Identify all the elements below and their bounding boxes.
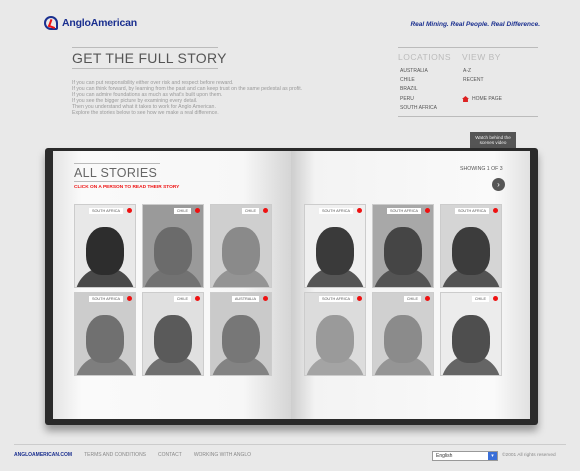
next-page-button[interactable]: ›: [492, 178, 505, 191]
person-face: [154, 227, 192, 275]
location-tag: SOUTH AFRICA: [318, 296, 353, 302]
intro-line: Explore the stories below to see how we …: [72, 110, 219, 117]
person-face: [452, 315, 490, 363]
location-tag: CHILE: [173, 208, 191, 214]
red-dot-icon: [425, 296, 430, 301]
story-person-card[interactable]: AUSTRALIA: [210, 292, 272, 376]
logo-text: AngloAmerican: [62, 17, 137, 29]
story-person-card[interactable]: SOUTH AFRICA: [304, 204, 366, 288]
home-page-label: HOME PAGE: [472, 96, 502, 102]
language-value: English: [436, 453, 453, 459]
story-person-card[interactable]: CHILE: [142, 204, 204, 288]
person-face: [86, 315, 124, 363]
red-dot-icon: [357, 296, 362, 301]
red-dot-icon: [357, 208, 362, 213]
locations-list: AUSTRALIA CHILE BRAZIL PERU SOUTH AFRICA: [400, 67, 437, 113]
story-person-card[interactable]: CHILE: [372, 292, 434, 376]
story-person-card[interactable]: SOUTH AFRICA: [304, 292, 366, 376]
person-face: [384, 315, 422, 363]
page-indicator: SHOWING 1 OF 3: [460, 166, 503, 172]
story-person-card[interactable]: CHILE: [210, 204, 272, 288]
location-tag: SOUTH AFRICA: [88, 296, 123, 302]
story-person-card[interactable]: CHILE: [440, 292, 502, 376]
location-tag: CHILE: [173, 296, 191, 302]
red-dot-icon: [127, 208, 132, 213]
red-dot-icon: [493, 296, 498, 301]
home-icon: [462, 96, 469, 102]
location-link-peru[interactable]: PERU: [400, 95, 437, 104]
person-face: [154, 315, 192, 363]
language-select[interactable]: English ▾: [432, 451, 498, 461]
person-face: [316, 227, 354, 275]
location-tag: AUSTRALIA: [231, 296, 259, 302]
story-person-card[interactable]: SOUTH AFRICA: [372, 204, 434, 288]
footer-link-working[interactable]: WORKING WITH ANGLO: [194, 452, 251, 458]
person-face: [452, 227, 490, 275]
red-dot-icon: [263, 296, 268, 301]
red-dot-icon: [493, 208, 498, 213]
view-by-list: A-Z RECENT: [463, 67, 484, 85]
tagline: Real Mining. Real People. Real Differenc…: [410, 21, 540, 28]
footer-link-terms[interactable]: TERMS AND CONDITIONS: [84, 452, 146, 458]
story-person-card[interactable]: SOUTH AFRICA: [440, 204, 502, 288]
stories-title: ALL STORIES: [74, 166, 158, 180]
view-by-heading: VIEW BY: [462, 52, 501, 62]
footer-link-angloamerican[interactable]: ANGLOAMERICAN.COM: [14, 452, 72, 458]
red-dot-icon: [195, 296, 200, 301]
person-face: [384, 227, 422, 275]
person-face: [222, 315, 260, 363]
person-face: [316, 315, 354, 363]
red-dot-icon: [127, 296, 132, 301]
divider: [398, 116, 538, 117]
page-title: GET THE FULL STORY: [72, 50, 227, 66]
divider: [72, 47, 218, 48]
location-tag: CHILE: [403, 296, 421, 302]
story-person-card[interactable]: CHILE: [142, 292, 204, 376]
logo[interactable]: AngloAmerican: [44, 16, 137, 30]
location-tag: SOUTH AFRICA: [386, 208, 421, 214]
location-tag: SOUTH AFRICA: [318, 208, 353, 214]
view-by-az[interactable]: A-Z: [463, 67, 484, 76]
view-by-recent[interactable]: RECENT: [463, 76, 484, 85]
location-link-chile[interactable]: CHILE: [400, 76, 437, 85]
anglo-logo-icon: [44, 16, 58, 30]
copyright: ©2001 All rights reserved: [502, 453, 556, 458]
stories-hint: CLICK ON A PERSON TO READ THEIR STORY: [74, 185, 180, 190]
location-tag: CHILE: [241, 208, 259, 214]
footer-link-contact[interactable]: CONTACT: [158, 452, 182, 458]
locations-heading: LOCATIONS: [398, 52, 451, 62]
location-link-south-africa[interactable]: SOUTH AFRICA: [400, 104, 437, 113]
home-page-link[interactable]: HOME PAGE: [462, 96, 502, 102]
divider: [398, 47, 538, 48]
intro-text: If you can put responsibility either ove…: [72, 80, 352, 117]
person-face: [86, 227, 124, 275]
divider: [14, 444, 566, 445]
location-link-brazil[interactable]: BRAZIL: [400, 85, 437, 94]
story-person-card[interactable]: SOUTH AFRICA: [74, 204, 136, 288]
footer-links: ANGLOAMERICAN.COM TERMS AND CONDITIONS C…: [14, 452, 251, 458]
location-tag: SOUTH AFRICA: [88, 208, 123, 214]
person-face: [222, 227, 260, 275]
divider: [74, 163, 160, 164]
red-dot-icon: [425, 208, 430, 213]
red-dot-icon: [195, 208, 200, 213]
red-dot-icon: [263, 208, 268, 213]
story-person-card[interactable]: SOUTH AFRICA: [74, 292, 136, 376]
location-link-australia[interactable]: AUSTRALIA: [400, 67, 437, 76]
location-tag: CHILE: [471, 296, 489, 302]
divider: [74, 181, 160, 182]
divider: [72, 68, 218, 69]
chevron-down-icon: ▾: [488, 452, 497, 460]
location-tag: SOUTH AFRICA: [454, 208, 489, 214]
